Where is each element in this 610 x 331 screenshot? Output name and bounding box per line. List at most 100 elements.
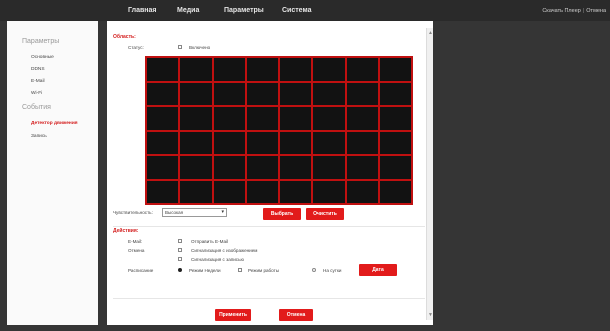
grid-cell[interactable] — [345, 179, 379, 204]
grid-cell[interactable] — [345, 106, 379, 131]
sensitivity-value: Высокая — [165, 210, 184, 215]
nav-item-media[interactable]: Медиа — [177, 0, 199, 21]
grid-cell[interactable] — [312, 179, 346, 204]
grid-cell[interactable] — [345, 57, 379, 82]
bottom-margin — [7, 325, 433, 331]
alarm-image-label: Сигнализация с изображением — [191, 248, 258, 253]
nav-item-system[interactable]: Система — [282, 0, 311, 21]
grid-cell[interactable] — [312, 130, 346, 155]
grid-cell[interactable] — [179, 155, 213, 180]
schedule-label: Расписание — [128, 268, 154, 273]
grid-cell[interactable] — [378, 130, 412, 155]
sensitivity-label: Чувствительность: — [113, 210, 153, 215]
select-button[interactable]: Выбрать — [263, 208, 301, 220]
grid-cell[interactable] — [179, 106, 213, 131]
grid-cell[interactable] — [179, 81, 213, 106]
area-section-title: Область: — [113, 34, 136, 40]
grid-cell[interactable] — [279, 130, 313, 155]
grid-cell[interactable] — [245, 179, 279, 204]
grid-cell[interactable] — [146, 155, 180, 180]
week-mode-label: Режим Недели — [189, 268, 221, 273]
grid-cell[interactable] — [212, 57, 246, 82]
grid-cell[interactable] — [345, 155, 379, 180]
sidebar-item-motion-detection[interactable]: Детектор движения — [31, 121, 78, 126]
email-label: E-Mail: — [128, 239, 143, 244]
sidebar-item-ddns[interactable]: DDNS — [31, 67, 45, 72]
sidebar-item-email[interactable]: E-Mail — [31, 79, 45, 84]
separator: | — [582, 7, 585, 14]
week-mode-radio[interactable] — [178, 268, 182, 272]
status-label: Статус: — [128, 45, 144, 50]
notify-label: Отмена — [128, 248, 145, 253]
alarm-record-checkbox[interactable] — [178, 257, 182, 261]
sensitivity-select[interactable]: Высокая ▾ — [162, 208, 227, 217]
grid-cell[interactable] — [146, 179, 180, 204]
grid-cell[interactable] — [146, 130, 180, 155]
grid-cell[interactable] — [245, 106, 279, 131]
clear-button[interactable]: Очистить — [306, 208, 344, 220]
grid-cell[interactable] — [146, 57, 180, 82]
footer-divider — [113, 298, 425, 299]
top-right-links: Скачать Плеер | Отмена — [542, 0, 606, 21]
grid-cell[interactable] — [179, 57, 213, 82]
nav-item-home[interactable]: Главная — [128, 0, 156, 21]
grid-cell[interactable] — [245, 155, 279, 180]
grid-cell[interactable] — [378, 81, 412, 106]
nav-item-parameters[interactable]: Параметры — [224, 0, 264, 21]
download-player-link[interactable]: Скачать Плеер — [542, 8, 581, 14]
sidebar: Параметры Основные DDNS E-Mail Wi-Fi Соб… — [7, 21, 98, 325]
grid-cell[interactable] — [378, 57, 412, 82]
date-button[interactable]: Дата — [359, 264, 397, 276]
sidebar-item-recording[interactable]: Запись — [31, 134, 47, 139]
top-nav-bar: Главная Медиа Параметры Система Скачать … — [0, 0, 610, 21]
alarm-record-label: Сигнализация с записью — [191, 257, 244, 262]
left-margin — [0, 21, 7, 331]
grid-cell[interactable] — [312, 106, 346, 131]
grid-cell[interactable] — [212, 155, 246, 180]
send-email-checkbox[interactable] — [178, 239, 182, 243]
grid-cell[interactable] — [279, 179, 313, 204]
exit-link[interactable]: Отмена — [586, 8, 606, 14]
grid-cell[interactable] — [279, 57, 313, 82]
grid-cell[interactable] — [245, 57, 279, 82]
grid-cell[interactable] — [212, 106, 246, 131]
alarm-image-checkbox[interactable] — [178, 248, 182, 252]
grid-cell[interactable] — [146, 106, 180, 131]
status-enabled-checkbox[interactable] — [178, 45, 182, 49]
grid-cell[interactable] — [312, 57, 346, 82]
sidebar-section-events: События — [22, 104, 51, 111]
grid-cell[interactable] — [245, 81, 279, 106]
motion-detection-grid[interactable] — [145, 56, 413, 205]
grid-cell[interactable] — [279, 81, 313, 106]
all-day-label: На сутки — [323, 268, 342, 273]
grid-cell[interactable] — [279, 106, 313, 131]
grid-cell[interactable] — [378, 106, 412, 131]
work-mode-label: Режим работы — [248, 268, 280, 273]
grid-cell[interactable] — [378, 155, 412, 180]
status-enabled-label: Включено — [189, 45, 211, 50]
grid-cell[interactable] — [179, 179, 213, 204]
apply-button[interactable]: Применить — [215, 309, 251, 321]
grid-cell[interactable] — [279, 155, 313, 180]
right-panel — [433, 21, 610, 331]
sidebar-item-wifi[interactable]: Wi-Fi — [31, 91, 42, 96]
grid-cell[interactable] — [345, 81, 379, 106]
cancel-button[interactable]: Отмена — [279, 309, 313, 321]
grid-cell[interactable] — [146, 81, 180, 106]
section-divider — [113, 226, 425, 227]
grid-cell[interactable] — [312, 155, 346, 180]
grid-cell[interactable] — [212, 179, 246, 204]
actions-section-title: Действия: — [113, 228, 139, 234]
grid-cell[interactable] — [212, 81, 246, 106]
grid-cell[interactable] — [378, 179, 412, 204]
grid-cell[interactable] — [245, 130, 279, 155]
chevron-down-icon: ▾ — [221, 209, 224, 215]
all-day-radio[interactable] — [312, 268, 316, 272]
send-email-label: Отправить E-Mail — [191, 239, 229, 244]
sidebar-item-basic[interactable]: Основные — [31, 55, 54, 60]
grid-cell[interactable] — [312, 81, 346, 106]
work-mode-checkbox[interactable] — [238, 268, 242, 272]
grid-cell[interactable] — [345, 130, 379, 155]
grid-cell[interactable] — [212, 130, 246, 155]
grid-cell[interactable] — [179, 130, 213, 155]
